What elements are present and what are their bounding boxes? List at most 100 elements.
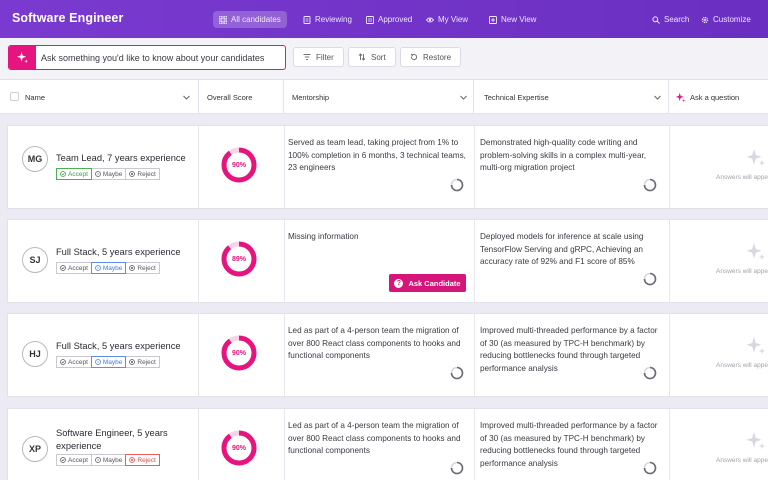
question-circle-icon — [95, 265, 101, 271]
restore-button[interactable]: Restore — [400, 47, 462, 67]
select-all-checkbox[interactable] — [10, 92, 19, 101]
maybe-button[interactable]: Maybe — [90, 356, 127, 368]
ask-input[interactable] — [41, 46, 281, 69]
plus-square-icon — [489, 15, 497, 24]
gear-icon — [701, 16, 709, 23]
ask-question-label: Ask a question — [690, 92, 740, 102]
accept-label: Accept — [68, 358, 88, 366]
customize-button[interactable]: Customize — [695, 11, 757, 28]
avatar: XP — [22, 436, 48, 462]
maybe-button[interactable]: Maybe — [90, 454, 127, 466]
tab-new-view[interactable]: New View — [483, 11, 542, 28]
loading-spinner-icon — [643, 366, 657, 380]
filter-button[interactable]: Filter — [293, 47, 344, 67]
chevron-down-icon[interactable] — [653, 93, 662, 102]
mentorship-text: Led as part of a 4-person team the migra… — [288, 326, 461, 360]
accept-button[interactable]: Accept — [56, 262, 92, 274]
maybe-label: Maybe — [102, 456, 123, 464]
column-header-technical[interactable]: Technical Expertise — [484, 80, 549, 114]
tab-reviewing[interactable]: Reviewing — [297, 11, 358, 28]
question-icon: ? — [394, 278, 404, 288]
cell-divider — [669, 314, 670, 396]
sort-button[interactable]: Sort — [348, 47, 396, 67]
ask-box[interactable] — [8, 45, 286, 70]
accept-label: Accept — [68, 264, 88, 272]
candidate-row[interactable]: HJ Full Stack, 5 years experience Accept… — [7, 313, 768, 397]
score-value: 90% — [231, 444, 246, 452]
reject-button[interactable]: Reject — [125, 168, 160, 180]
cell-divider — [198, 314, 199, 396]
technical-text: Improved multi-threaded performance by a… — [480, 326, 658, 373]
tab-approved[interactable]: Approved — [360, 11, 418, 28]
reject-label: Reject — [137, 358, 156, 366]
avatar: MG — [22, 146, 48, 172]
answers-placeholder: Answers will appe — [716, 362, 768, 369]
score-value: 90% — [231, 349, 246, 357]
reject-button[interactable]: Reject — [125, 454, 160, 466]
cell-divider — [198, 220, 199, 302]
cell-divider — [474, 220, 475, 302]
grid-icon — [219, 15, 227, 24]
cell-divider — [669, 126, 670, 208]
maybe-label: Maybe — [102, 264, 123, 272]
score-ring: 89% — [220, 240, 258, 278]
tab-all-candidates[interactable]: All candidates — [213, 11, 287, 28]
table-header: Name Overall Score Mentorship Technical … — [0, 80, 768, 114]
tab-label: Reviewing — [315, 15, 352, 24]
sparkle-icon — [746, 432, 765, 449]
tab-my-view[interactable]: My View — [420, 11, 474, 28]
eye-icon — [426, 17, 434, 22]
cell-divider — [284, 314, 285, 396]
ask-question-header[interactable]: Ask a question — [675, 80, 739, 114]
column-divider — [668, 80, 669, 114]
candidate-row[interactable]: XP Software Engineer, 5 years experience… — [7, 408, 768, 480]
check-circle-icon — [60, 171, 66, 177]
search-button[interactable]: Search — [646, 11, 695, 28]
cell-divider — [474, 126, 475, 208]
accept-button[interactable]: Accept — [56, 454, 92, 466]
technical-text: Demonstrated high-quality code writing a… — [480, 138, 647, 172]
score-value: 89% — [231, 255, 246, 263]
decision-buttons: Accept Maybe Reject — [56, 356, 160, 368]
cell-divider — [474, 409, 475, 480]
column-divider — [473, 80, 474, 114]
decision-buttons: Accept Maybe Reject — [56, 262, 160, 274]
candidate-row[interactable]: SJ Full Stack, 5 years experience Accept… — [7, 219, 768, 303]
avatar: HJ — [22, 341, 48, 367]
candidate-title: Full Stack, 5 years experience — [56, 341, 181, 351]
mentorship-text: Missing information — [288, 232, 359, 241]
candidate-title: Software Engineer, 5 years experience — [56, 428, 168, 451]
sparkle-icon — [675, 92, 686, 102]
accept-button[interactable]: Accept — [56, 168, 92, 180]
ask-candidate-button[interactable]: ? Ask Candidate — [389, 274, 466, 292]
x-circle-icon — [129, 171, 136, 177]
accept-label: Accept — [68, 170, 88, 178]
customize-label: Customize — [713, 15, 751, 24]
loading-spinner-icon — [450, 461, 464, 475]
maybe-button[interactable]: Maybe — [90, 168, 127, 180]
candidate-row[interactable]: MG Team Lead, 7 years experience Accept … — [7, 125, 768, 209]
cell-divider — [669, 409, 670, 480]
tab-label: All candidates — [231, 15, 281, 24]
sparkle-button[interactable] — [9, 46, 36, 69]
mentorship-text: Led as part of a 4-person team the migra… — [288, 421, 461, 455]
sparkle-icon — [746, 337, 765, 354]
reject-button[interactable]: Reject — [125, 262, 160, 274]
chevron-down-icon[interactable] — [182, 93, 191, 102]
column-header-name[interactable]: Name — [25, 80, 45, 114]
check-circle-icon — [60, 265, 66, 271]
search-icon — [652, 15, 660, 24]
reject-button[interactable]: Reject — [125, 356, 160, 368]
chevron-down-icon[interactable] — [459, 93, 468, 102]
column-header-mentorship[interactable]: Mentorship — [292, 80, 329, 114]
page-title: Software Engineer — [12, 11, 124, 25]
maybe-button[interactable]: Maybe — [90, 262, 127, 274]
check-circle-icon — [60, 457, 66, 463]
decision-buttons: Accept Maybe Reject — [56, 454, 160, 466]
reject-label: Reject — [137, 170, 156, 178]
cell-divider — [284, 409, 285, 480]
sort-label: Sort — [371, 52, 386, 62]
column-header-score[interactable]: Overall Score — [207, 80, 252, 114]
sparkle-icon — [746, 243, 765, 260]
accept-button[interactable]: Accept — [56, 356, 92, 368]
